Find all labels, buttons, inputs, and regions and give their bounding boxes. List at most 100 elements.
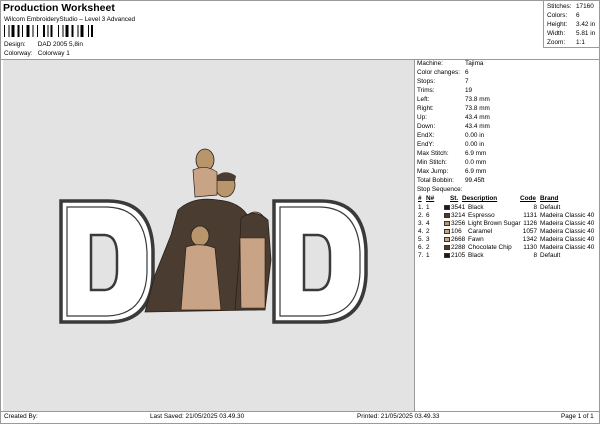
color-swatch (444, 229, 450, 234)
row-code: 1126 (523, 220, 537, 227)
row-code: 1342 (522, 236, 537, 243)
stop-sequence-row: 7. 1 2105 Black 8 Default (417, 252, 599, 260)
row-needle: 1 (426, 204, 430, 211)
software-name: Wilcom EmbroideryStudio – Level 3 Advanc… (4, 16, 136, 23)
stat-width: Width: 5.81 in (547, 30, 596, 37)
color-swatch (444, 205, 450, 210)
info-right: Right: 73.8 mm (417, 105, 490, 112)
row-code: 1131 (523, 212, 537, 219)
row-brand: Default (540, 252, 561, 259)
row-brand: Madeira Classic 40 (540, 244, 595, 251)
row-stitches: 106 (451, 228, 462, 235)
row-code: 8 (533, 252, 537, 259)
row-num: 3. (418, 220, 424, 227)
stop-sequence-row: 1. 1 3541 Black 8 Default (417, 204, 599, 212)
row-num: 1. (418, 204, 424, 211)
row-num: 2. (418, 212, 424, 219)
stat-stitches: Stitches: 17160 (547, 3, 594, 10)
col-brand: Brand (540, 195, 559, 202)
row-stitches: 3541 (451, 204, 466, 211)
row-description: Chocolate Chip (468, 244, 512, 251)
design-label: Design: (4, 41, 26, 48)
row-description: Espresso (468, 212, 495, 219)
stop-sequence-row: 6. 2 2288 Chocolate Chip 1130 Madeira Classic… (417, 244, 599, 252)
col-num: # (418, 195, 422, 202)
color-swatch (444, 221, 450, 226)
row-needle: 4 (426, 220, 430, 227)
row-description: Fawn (468, 236, 484, 243)
stats-box: Stitches: 17160 Colors: 6 Height: 3.42 in W… (543, 1, 599, 48)
row-brand: Madeira Classic 40 (540, 228, 595, 235)
color-swatch (444, 253, 450, 258)
row-code: 1057 (522, 228, 537, 235)
row-description: Black (468, 204, 484, 211)
col-needle: N# (426, 195, 435, 202)
design-value: DAD 2005 5,8in (37, 41, 83, 48)
row-stitches: 3214 (451, 212, 466, 219)
info-max-stitch: Max Stitch: 6.9 mm (417, 150, 487, 157)
row-stitches: 2288 (451, 244, 466, 251)
row-needle: 2 (426, 244, 430, 251)
letter-d-right (272, 199, 368, 324)
row-code: 8 (533, 204, 537, 211)
barcode (4, 25, 93, 37)
row-brand: Madeira Classic 40 (540, 236, 595, 243)
stop-sequence-row: 5. 3 2668 Fawn 1342 Madeira Classic 40 (417, 236, 599, 244)
row-description: Caramel (468, 228, 493, 235)
stat-height: Height: 3.42 in (547, 21, 596, 28)
color-swatch (444, 237, 450, 242)
colorway-row: Colorway: Colorway 1 (4, 50, 70, 57)
embroidery-design (59, 148, 368, 324)
footer-last-saved: Last Saved: 21/05/2025 03.49.30 (150, 413, 245, 420)
worksheet-title: Production Worksheet (3, 2, 115, 14)
col-description: Description (462, 195, 498, 202)
row-brand: Madeira Classic 40 (540, 220, 595, 227)
row-needle: 2 (426, 228, 430, 235)
stop-sequence-row: 4. 2 106 Caramel 1057 Madeira Classic 40 (417, 228, 599, 236)
row-stitches: 2668 (451, 236, 466, 243)
info-total-bobbin: Total Bobbin: 99.45ft (417, 177, 485, 184)
info-stops: Stops: 7 (417, 78, 469, 85)
design-preview (3, 60, 415, 411)
info-max-jump: Max Jump: 6.9 mm (417, 168, 487, 175)
stop-sequence-heading: Stop Sequence: (417, 186, 463, 193)
row-description: Light Brown Sugar (468, 220, 521, 227)
family-illustration (144, 148, 272, 313)
stat-colors: Colors: 6 (547, 12, 580, 19)
info-left: Left: 73.8 mm (417, 96, 490, 103)
color-swatch (444, 213, 450, 218)
colorway-value: Colorway 1 (37, 50, 70, 57)
row-stitches: 3256 (451, 220, 466, 227)
info-endx: EndX: 0.00 in (417, 132, 485, 139)
row-brand: Default (540, 204, 561, 211)
col-stitches: St. (450, 195, 459, 202)
footer-printed: Printed: 21/05/2025 03.49.33 (357, 413, 440, 420)
info-down: Down: 43.4 mm (417, 123, 490, 130)
letter-d-left (59, 199, 155, 324)
stitch-info-panel: Machine: Tajima Color changes: 6 Stops: 7 T… (417, 60, 599, 411)
row-stitches: 2105 (451, 252, 466, 259)
row-num: 4. (418, 228, 424, 235)
footer-created-by: Created By: (4, 413, 38, 420)
row-num: 5. (418, 236, 424, 243)
row-num: 7. (418, 252, 424, 259)
row-needle: 1 (426, 252, 430, 259)
row-code: 1130 (523, 244, 537, 251)
color-swatch (444, 245, 450, 250)
row-needle: 6 (426, 212, 430, 219)
row-needle: 3 (426, 236, 430, 243)
col-code: Code (520, 195, 536, 202)
row-num: 6. (418, 244, 424, 251)
row-description: Black (468, 252, 484, 259)
info-up: Up: 43.4 mm (417, 114, 490, 121)
info-trims: Trims: 19 (417, 87, 473, 94)
stat-zoom: Zoom: 1:1 (547, 39, 585, 46)
colorway-label: Colorway: (4, 50, 33, 57)
info-min-stitch: Min Stitch: 0.0 mm (417, 159, 487, 166)
info-endy: EndY: 0.00 in (417, 141, 485, 148)
info-machine: Machine: Tajima (417, 60, 484, 67)
footer-divider (0, 411, 600, 412)
row-brand: Madeira Classic 40 (540, 212, 595, 219)
stop-sequence-row: 2. 6 3214 Espresso 1131 Madeira Classic 40 (417, 212, 599, 220)
design-row: Design: DAD 2005 5,8in (4, 41, 83, 48)
